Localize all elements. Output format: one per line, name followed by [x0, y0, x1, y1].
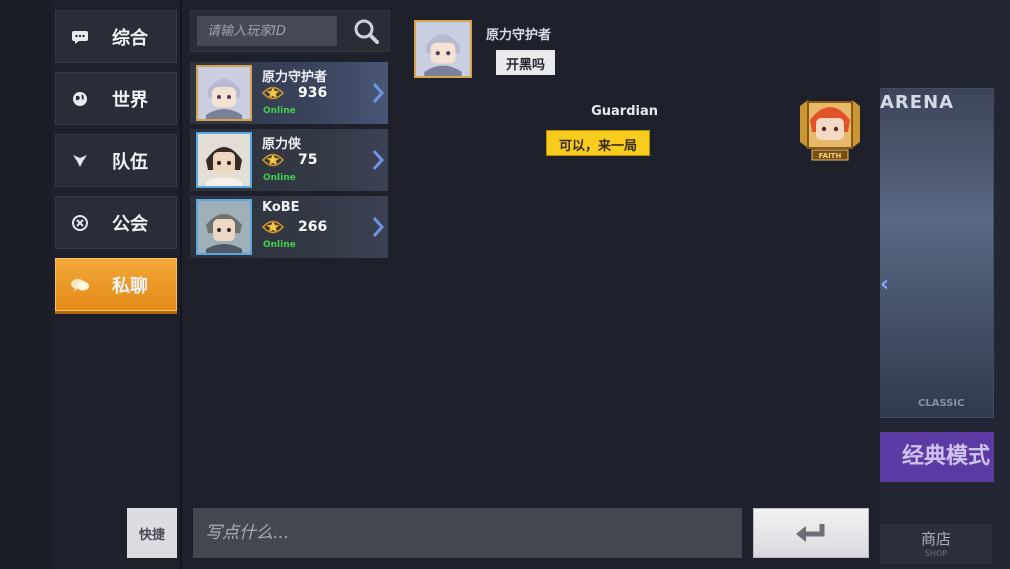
private-chat-icon: [70, 275, 90, 295]
message-bubble-self: 可以，来一局: [545, 130, 650, 156]
arena-card: [872, 88, 994, 418]
friend-score: 266: [298, 219, 328, 235]
panel-left-margin: [0, 0, 52, 569]
tab-guild[interactable]: 公会: [55, 196, 177, 249]
friend-name: KoBE: [262, 200, 300, 215]
sender-avatar[interactable]: [414, 20, 472, 78]
friend-avatar: [196, 65, 252, 121]
quick-phrases-button[interactable]: 快捷: [127, 508, 177, 558]
rank-star-icon: [261, 151, 285, 169]
shop-label: 商店: [920, 530, 951, 548]
friend-item[interactable]: 原力守护者 936 Online: [190, 62, 388, 124]
friend-name: 原力守护者: [262, 70, 328, 85]
tab-private[interactable]: 私聊: [55, 258, 177, 311]
chat-bubble-icon: [70, 27, 90, 47]
rank-star-icon: [261, 218, 285, 236]
guild-emblem-icon: [70, 213, 90, 233]
friend-score: 936: [298, 85, 328, 101]
player-search-bar: [190, 10, 390, 52]
friend-avatar: [196, 199, 252, 255]
tab-world-label: 世界: [112, 89, 148, 111]
tab-team[interactable]: 队伍: [55, 134, 177, 187]
chevron-right-icon: [372, 216, 385, 238]
panel-divider: [180, 0, 182, 569]
self-name: Guardian: [591, 104, 658, 119]
self-avatar[interactable]: FAITH: [794, 98, 866, 164]
avatar-badge-text: FAITH: [819, 152, 842, 160]
friend-score: 75: [298, 152, 318, 168]
globe-icon: [70, 89, 90, 109]
chat-message-input[interactable]: [193, 508, 742, 558]
message-bubble: 开黑吗: [496, 50, 556, 75]
friend-status: Online: [263, 173, 296, 183]
chevron-right-icon: [372, 82, 385, 104]
arena-title: ARENA: [880, 92, 955, 113]
mode-label: 经典模式: [872, 432, 994, 482]
friend-name: 原力侠: [262, 137, 302, 152]
chevron-left-icon: ‹: [880, 272, 890, 297]
search-button[interactable]: [351, 17, 381, 47]
shop-button: 商店 SHOP: [880, 524, 992, 564]
tab-general[interactable]: 综合: [55, 10, 177, 63]
friend-status: Online: [263, 106, 296, 116]
classic-label: CLASSIC: [918, 398, 965, 409]
chat-panel: 综合 世界 队伍 公会 私聊 原力守护者: [0, 0, 880, 569]
tab-general-label: 综合: [112, 27, 148, 49]
enter-arrow-icon: [796, 524, 825, 542]
friend-status: Online: [263, 240, 296, 250]
tab-private-label: 私聊: [112, 275, 148, 297]
send-button[interactable]: [753, 508, 869, 558]
sender-name: 原力守护者: [486, 28, 552, 43]
friend-item[interactable]: KoBE 266 Online: [190, 196, 388, 258]
friend-item[interactable]: 原力侠 75 Online: [190, 129, 388, 191]
tab-world[interactable]: 世界: [55, 72, 177, 125]
team-flag-icon: [70, 151, 90, 171]
chevron-right-icon: [372, 149, 385, 171]
tab-guild-label: 公会: [112, 213, 148, 235]
shop-sub-label: SHOP: [924, 549, 948, 558]
search-icon: [354, 19, 379, 44]
friend-avatar: [196, 132, 252, 188]
tab-team-label: 队伍: [112, 151, 148, 173]
player-id-input[interactable]: [197, 16, 337, 46]
rank-star-icon: [261, 84, 285, 102]
